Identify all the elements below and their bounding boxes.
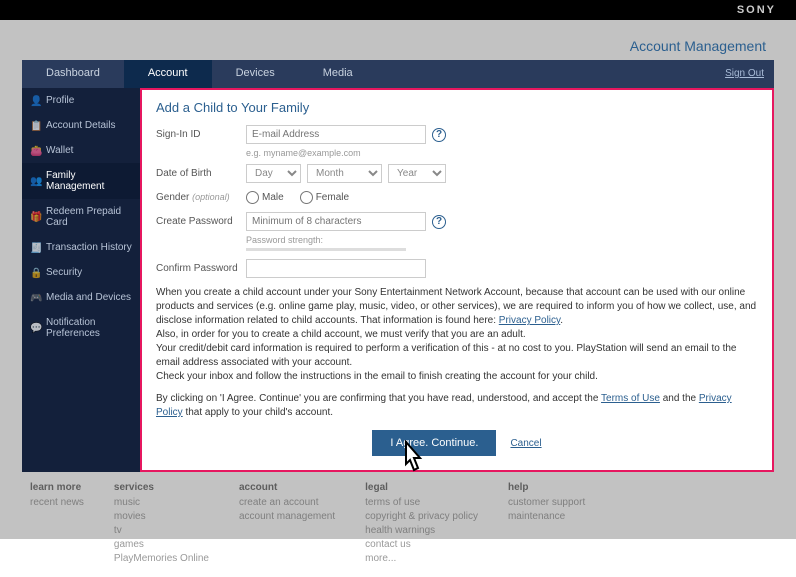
bell-icon: 💬 <box>30 323 40 333</box>
footer-link[interactable]: music <box>114 497 209 508</box>
signin-hint: e.g. myname@example.com <box>246 148 758 158</box>
footer-col-help: help customer support maintenance <box>508 482 585 567</box>
dob-label: Date of Birth <box>156 168 246 179</box>
footer-link[interactable]: games <box>114 539 209 550</box>
terms-of-use-link[interactable]: Terms of Use <box>601 393 660 404</box>
footer-col-account: account create an account account manage… <box>239 482 335 567</box>
footer-col-services: services music movies tv games PlayMemor… <box>114 482 209 567</box>
tab-devices[interactable]: Devices <box>212 60 299 88</box>
footer-link[interactable]: account management <box>239 511 335 522</box>
history-icon: 🧾 <box>30 243 40 253</box>
footer-link[interactable]: PlayMemories Online <box>114 553 209 564</box>
brand-logo: SONY <box>737 4 776 16</box>
pw-strength-bar <box>246 248 406 251</box>
tab-bar: Dashboard Account Devices Media Sign Out <box>22 60 774 88</box>
sidebar-item-notifications[interactable]: 💬Notification Preferences <box>22 310 140 346</box>
wallet-icon: 👛 <box>30 146 40 156</box>
sidebar-item-profile[interactable]: 👤Profile <box>22 88 140 113</box>
page-title: Account Management <box>22 38 774 60</box>
form-title: Add a Child to Your Family <box>156 100 758 115</box>
gender-label: Gender (optional) <box>156 192 246 203</box>
top-brand-bar: SONY <box>0 0 796 20</box>
footer-link[interactable]: terms of use <box>365 497 478 508</box>
cursor-icon <box>395 440 429 480</box>
create-pw-input[interactable] <box>246 212 426 231</box>
footer-link[interactable]: customer support <box>508 497 585 508</box>
agree-continue-button[interactable]: I Agree. Continue. <box>372 430 496 456</box>
sidebar-item-family[interactable]: 👥Family Management <box>22 163 140 199</box>
footer-link[interactable]: movies <box>114 511 209 522</box>
pw-strength-label: Password strength: <box>246 235 758 245</box>
gender-female-radio[interactable]: Female <box>300 191 349 204</box>
signin-label: Sign-In ID <box>156 129 246 140</box>
footer-link[interactable]: contact us <box>365 539 478 550</box>
family-icon: 👥 <box>30 176 40 186</box>
tab-dashboard[interactable]: Dashboard <box>22 60 124 88</box>
footer-link[interactable]: more... <box>365 553 478 564</box>
dob-month-select[interactable]: Month <box>307 164 382 183</box>
footer-col-learn: learn more recent news <box>30 482 84 567</box>
footer-col-legal: legal terms of use copyright & privacy p… <box>365 482 478 567</box>
details-icon: 📋 <box>30 121 40 131</box>
info-paragraph-1: When you create a child account under yo… <box>156 286 758 384</box>
privacy-policy-link[interactable]: Privacy Policy <box>499 315 561 326</box>
profile-icon: 👤 <box>30 96 40 106</box>
confirm-pw-label: Confirm Password <box>156 263 246 274</box>
sidebar-item-security[interactable]: 🔒Security <box>22 260 140 285</box>
signin-input[interactable] <box>246 125 426 144</box>
footer: learn more recent news services music mo… <box>22 472 774 577</box>
confirm-pw-input[interactable] <box>246 259 426 278</box>
footer-link[interactable]: maintenance <box>508 511 585 522</box>
help-icon[interactable]: ? <box>432 215 446 229</box>
footer-link[interactable]: create an account <box>239 497 335 508</box>
footer-link[interactable]: recent news <box>30 497 84 508</box>
footer-link[interactable]: copyright & privacy policy <box>365 511 478 522</box>
cancel-link[interactable]: Cancel <box>510 438 541 449</box>
sidebar-item-redeem[interactable]: 🎁Redeem Prepaid Card <box>22 199 140 235</box>
tab-media[interactable]: Media <box>299 60 377 88</box>
sidebar-item-transactions[interactable]: 🧾Transaction History <box>22 235 140 260</box>
devices-icon: 🎮 <box>30 293 40 303</box>
sidebar-item-media-devices[interactable]: 🎮Media and Devices <box>22 285 140 310</box>
tab-account[interactable]: Account <box>124 60 212 88</box>
create-pw-label: Create Password <box>156 216 246 227</box>
dob-day-select[interactable]: Day <box>246 164 301 183</box>
sidebar-item-wallet[interactable]: 👛Wallet <box>22 138 140 163</box>
footer-link[interactable]: health warnings <box>365 525 478 536</box>
footer-link[interactable]: tv <box>114 525 209 536</box>
dob-year-select[interactable]: Year <box>388 164 446 183</box>
gender-male-radio[interactable]: Male <box>246 191 284 204</box>
help-icon[interactable]: ? <box>432 128 446 142</box>
content-panel: Add a Child to Your Family Sign-In ID ? … <box>140 88 774 472</box>
card-icon: 🎁 <box>30 212 40 222</box>
sidebar-item-account-details[interactable]: 📋Account Details <box>22 113 140 138</box>
sign-out-link[interactable]: Sign Out <box>725 68 764 79</box>
info-paragraph-2: By clicking on 'I Agree. Continue' you a… <box>156 392 758 420</box>
lock-icon: 🔒 <box>30 268 40 278</box>
sidebar: 👤Profile 📋Account Details 👛Wallet 👥Famil… <box>22 88 140 472</box>
